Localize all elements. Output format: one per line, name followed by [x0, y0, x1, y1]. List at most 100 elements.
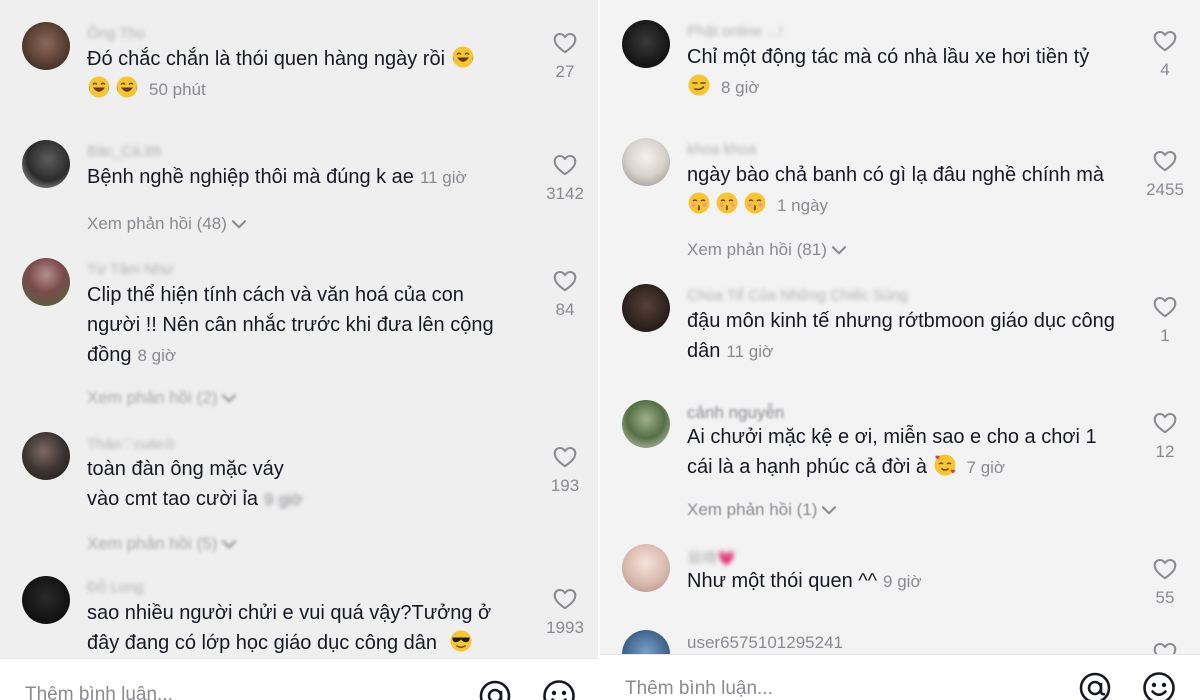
like-button[interactable]: 1	[1135, 294, 1195, 346]
comment-username[interactable]: khoa khoa	[687, 141, 756, 158]
heart-outline-icon	[552, 30, 578, 56]
avatar[interactable]	[22, 432, 70, 480]
comment-username[interactable]: user6575101295241	[687, 633, 843, 653]
like-button[interactable]: 12	[1135, 410, 1195, 462]
comment-text: Chỉ một động tác mà có nhà lầu xe hơi ti…	[687, 46, 1090, 68]
sunglasses-emoji-icon	[449, 629, 473, 653]
like-count: 1	[1160, 326, 1170, 345]
like-count: 193	[550, 476, 580, 495]
at-sign-icon[interactable]	[1078, 671, 1112, 700]
comment-time: 1 ngày	[777, 196, 829, 215]
comment-body: sao nhiều người chửi e vui quá vậy?Tưởng…	[87, 598, 507, 658]
like-count: 2455	[1146, 180, 1184, 199]
comment-body: đậu môn kinh tế nhưng rớtbmoon giáo dục …	[687, 306, 1122, 367]
comment-text: Ai chưởi mặc kệ e ơi, miễn sao e cho a c…	[687, 426, 1097, 478]
heart-outline-icon	[1152, 148, 1178, 174]
avatar[interactable]	[622, 544, 670, 592]
like-button[interactable]: 55	[1135, 556, 1195, 608]
avatar[interactable]	[22, 576, 70, 624]
comment-input-bar[interactable]: Thêm bình luận...	[0, 658, 600, 700]
avatar[interactable]	[22, 22, 70, 70]
comment-time: 8 giờ	[137, 346, 177, 365]
comment-body: Chỉ một động tác mà có nhà lầu xe hơi ti…	[687, 42, 1122, 103]
like-button[interactable]: 27	[535, 30, 595, 82]
comment-username[interactable]: Ông Thọ	[87, 25, 145, 42]
view-replies-button[interactable]: Xem phản hồi (5)	[87, 534, 237, 554]
comment-time: 9 giờ	[264, 490, 303, 509]
comment-text: toàn đàn ông mặc váy vào cmt tao cười ỉa	[87, 458, 284, 510]
comment-time: 7 giờ	[966, 458, 1006, 477]
smiling-hearts-emoji-icon	[933, 453, 957, 477]
comment-body: ngày bào chả banh có gì lạ đâu nghề chín…	[687, 160, 1122, 221]
comment-username[interactable]: Thảo♡cute♔	[87, 435, 176, 453]
like-button[interactable]: 2455	[1135, 148, 1195, 200]
comment-username[interactable]: cảnh nguyễn	[687, 403, 784, 423]
heart-outline-icon	[1152, 410, 1178, 436]
like-count: 1993	[546, 618, 584, 637]
comment-input-bar[interactable]: Thêm bình luận...	[600, 654, 1200, 700]
kissing-emoji-icon	[687, 191, 711, 215]
comment-text: Đó chắc chắn là thói quen hàng ngày rồi	[87, 48, 446, 70]
laughing-emoji-icon	[451, 45, 475, 69]
comments-panel-left: Ông Thọ Đó chắc chắn là thói quen hàng n…	[0, 0, 600, 700]
avatar[interactable]	[622, 400, 670, 448]
avatar[interactable]	[22, 140, 70, 188]
at-sign-icon[interactable]	[478, 679, 512, 700]
view-replies-button[interactable]: Xem phản hồi (81)	[687, 240, 847, 260]
view-replies-button[interactable]: Xem phản hồi (2)	[87, 388, 237, 408]
avatar[interactable]	[622, 284, 670, 332]
laughing-emoji-icon	[115, 75, 139, 99]
smirk-emoji-icon	[687, 73, 711, 97]
kissing-emoji-icon	[715, 191, 739, 215]
like-button[interactable]: 84	[535, 268, 595, 320]
comment-time: 50 phút	[149, 80, 206, 99]
laughing-emoji-icon	[87, 75, 111, 99]
like-count: 27	[555, 62, 575, 81]
like-button[interactable]: 193	[535, 444, 595, 496]
comment-body: Đó chắc chắn là thói quen hàng ngày rồi …	[87, 44, 522, 105]
smiley-icon[interactable]	[542, 679, 576, 700]
comment-username[interactable]: Bác_Cá.89	[87, 143, 161, 160]
like-button[interactable]: 3142	[535, 152, 595, 204]
chevron-down-icon	[821, 505, 837, 516]
comment-input-placeholder[interactable]: Thêm bình luận...	[625, 678, 773, 700]
view-replies-label: Xem phản hồi (48)	[87, 214, 227, 233]
like-count: 55	[1155, 588, 1175, 607]
like-count: 3142	[546, 184, 584, 203]
comments-panel-right: Phật online ...! Chỉ một động tác mà có …	[600, 0, 1200, 700]
like-button[interactable]: 4	[1135, 28, 1195, 80]
comment-username[interactable]: Từ Tâm Như	[87, 261, 173, 278]
chevron-down-icon	[221, 539, 237, 550]
view-replies-button[interactable]: Xem phản hồi (1)	[687, 500, 837, 520]
like-button[interactable]: 1993	[535, 586, 595, 638]
view-replies-label: Xem phản hồi (2)	[87, 388, 218, 407]
heart-outline-icon	[552, 152, 578, 178]
comment-input-placeholder[interactable]: Thêm bình luận...	[25, 684, 173, 700]
comment-time: 8 giờ	[721, 78, 760, 97]
comment-text: sao nhiều người chửi e vui quá vậy?Tưởng…	[87, 602, 492, 654]
smiley-icon[interactable]	[1142, 671, 1176, 700]
heart-outline-icon	[552, 444, 578, 470]
comment-username[interactable]: 易晴💗	[687, 547, 736, 568]
comment-body: Clip thể hiện tính cách và văn hoá của c…	[87, 280, 517, 371]
comment-body: Ai chưởi mặc kệ e ơi, miễn sao e cho a c…	[687, 422, 1122, 483]
comment-text: Bệnh nghề nghiệp thôi mà đúng k ae	[87, 166, 414, 188]
comment-username[interactable]: Đỗ Long	[87, 579, 144, 596]
heart-outline-icon	[552, 268, 578, 294]
chevron-down-icon	[221, 393, 237, 404]
heart-outline-icon	[1152, 28, 1178, 54]
view-replies-label: Xem phản hồi (1)	[687, 500, 818, 519]
view-replies-button[interactable]: Xem phản hồi (48)	[87, 214, 247, 234]
like-count: 84	[555, 300, 575, 319]
comment-username[interactable]: Chúa Tể Của Những Chiếc Súng	[687, 287, 908, 304]
kissing-emoji-icon	[743, 191, 767, 215]
comment-text: Như một thói quen ^^	[687, 570, 878, 592]
comment-username[interactable]: Phật online ...!	[687, 23, 783, 40]
comment-time: 9 giờ	[883, 572, 922, 591]
comment-body: Bệnh nghề nghiệp thôi mà đúng k ae 11 giờ	[87, 162, 522, 193]
avatar[interactable]	[622, 138, 670, 186]
avatar[interactable]	[22, 258, 70, 306]
avatar[interactable]	[622, 20, 670, 68]
view-replies-label: Xem phản hồi (81)	[687, 240, 827, 259]
heart-outline-icon	[1152, 294, 1178, 320]
